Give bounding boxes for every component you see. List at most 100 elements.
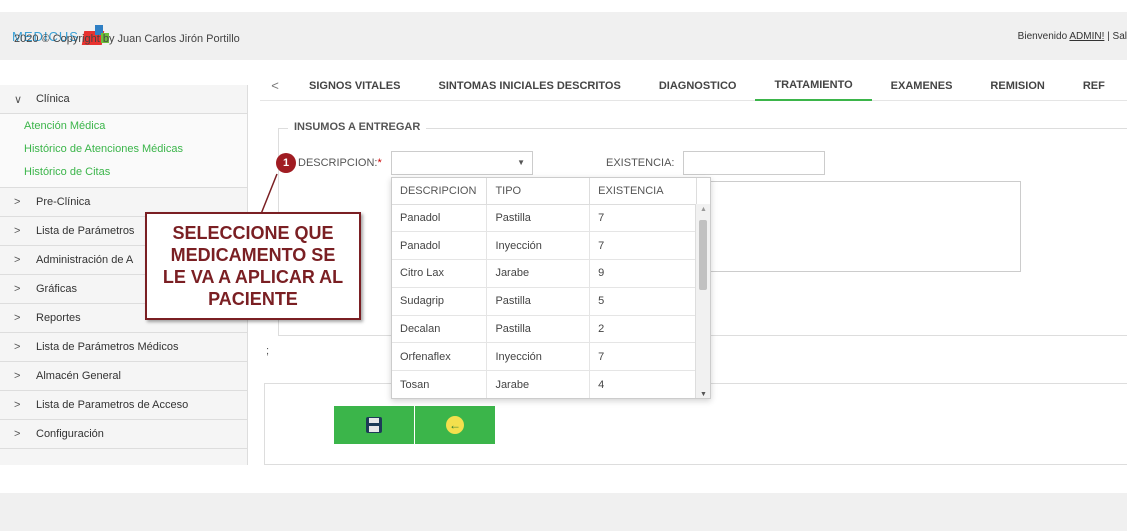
sidebar-item-label: Lista de Parámetros <box>36 225 135 237</box>
table-row[interactable]: Citro Lax Jarabe 9 <box>392 259 697 288</box>
medication-dropdown[interactable]: DESCRIPCION TIPO EXISTENCIA Panadol Past… <box>391 177 711 399</box>
chevron-right-icon: > <box>14 312 21 324</box>
cell-tipo: Jarabe <box>486 259 591 288</box>
cell-tipo: Pastilla <box>486 315 591 344</box>
callout-line: LE VA A APLICAR AL <box>162 267 344 287</box>
cell-descripcion: Decalan <box>392 315 488 344</box>
callout-line: MEDICAMENTO SE <box>170 245 336 265</box>
sidebar-item-parametros-medicos[interactable]: > Lista de Parámetros Médicos <box>0 333 247 362</box>
callout-text: SELECCIONE QUE MEDICAMENTO SE LE VA A AP… <box>163 222 343 310</box>
chevron-right-icon: > <box>14 399 21 411</box>
chevron-right-icon: > <box>14 341 21 353</box>
chevron-right-icon: > <box>14 283 21 295</box>
column-header: EXISTENCIA <box>589 178 697 205</box>
cell-descripcion: Panadol <box>392 231 488 261</box>
cell-tipo: Inyección <box>486 342 591 372</box>
sidebar-item-label: Gráficas <box>36 283 77 295</box>
sidebar-item-almacen-general[interactable]: > Almacén General <box>0 362 247 391</box>
medication-table: DESCRIPCION TIPO EXISTENCIA Panadol Past… <box>392 178 697 398</box>
scroll-up-icon[interactable]: ▲ <box>700 206 707 213</box>
tab-remision[interactable]: REMISION <box>971 71 1063 101</box>
cell-descripcion: Panadol <box>392 204 488 233</box>
scrollbar-thumb[interactable] <box>699 220 707 290</box>
cell-existencia: 5 <box>589 287 697 316</box>
cell-existencia: 9 <box>589 259 697 288</box>
cell-existencia: 7 <box>589 342 697 372</box>
sidebar-item-label: Lista de Parametros de Acceso <box>36 399 189 411</box>
sidebar-item-clinica[interactable]: ∨ Clínica <box>0 85 247 114</box>
sidebar-item-label: Lista de Parámetros Médicos <box>36 341 179 353</box>
caret-down-icon: ▼ <box>517 158 525 167</box>
column-header: TIPO <box>486 178 591 205</box>
cell-existencia: 4 <box>589 370 697 398</box>
cell-descripcion: Sudagrip <box>392 287 488 316</box>
column-header: DESCRIPCION <box>392 178 488 205</box>
arrow-left-circle-icon: ← <box>446 416 464 434</box>
sidebar-item-label: Clínica <box>36 93 70 105</box>
fieldset-legend: INSUMOS A ENTREGAR <box>288 121 427 133</box>
cell-tipo: Pastilla <box>486 287 591 316</box>
descripcion-select[interactable]: ▼ <box>391 151 533 175</box>
chevron-right-icon: > <box>14 225 21 237</box>
sidebar-item-parametros-acceso[interactable]: > Lista de Parametros de Acceso <box>0 391 247 420</box>
callout-line: PACIENTE <box>208 289 298 309</box>
sidebar-item-label: Administración de A <box>36 254 134 266</box>
cell-existencia: 7 <box>589 204 697 233</box>
sidebar-subitem-historico-atenciones[interactable]: Histórico de Atenciones Médicas <box>0 137 247 160</box>
table-row[interactable]: Orfenaflex Inyección 7 <box>392 342 697 372</box>
sidebar-subitem-atencion-medica[interactable]: Atención Médica <box>0 114 247 137</box>
tab-ref[interactable]: REF <box>1064 71 1124 101</box>
semicolon-text: ; <box>266 345 270 357</box>
chevron-right-icon: > <box>14 428 21 440</box>
sidebar-item-label: Reportes <box>36 312 81 324</box>
table-row[interactable]: Decalan Pastilla 2 <box>392 315 697 344</box>
existencia-input[interactable] <box>683 151 825 175</box>
sidebar-item-configuracion[interactable]: > Configuración <box>0 420 247 449</box>
footer <box>0 493 1127 531</box>
cell-descripcion: Orfenaflex <box>392 342 488 372</box>
tab-bar: < SIGNOS VITALES SINTOMAS INICIALES DESC… <box>260 71 1127 101</box>
welcome-prefix: Bienvenido <box>1017 31 1070 42</box>
instruction-callout: SELECCIONE QUE MEDICAMENTO SE LE VA A AP… <box>145 212 361 320</box>
sidebar-item-label: Almacén General <box>36 370 121 382</box>
cell-descripcion: Tosan <box>392 370 488 398</box>
back-button[interactable]: ← <box>415 406 495 444</box>
tab-signos-vitales[interactable]: SIGNOS VITALES <box>290 71 419 101</box>
table-header-row: DESCRIPCION TIPO EXISTENCIA <box>392 178 697 205</box>
scroll-down-icon[interactable]: ▼ <box>700 391 707 398</box>
welcome-text: Bienvenido ADMIN! | Sal <box>1018 31 1127 42</box>
cell-tipo: Jarabe <box>486 370 591 398</box>
sidebar-submenu-clinica: Atención Médica Histórico de Atenciones … <box>0 114 247 188</box>
required-mark: * <box>377 157 382 169</box>
chevron-down-icon: ∨ <box>14 93 23 106</box>
callout-line: SELECCIONE QUE <box>172 223 334 243</box>
sidebar-item-label: Configuración <box>36 428 104 440</box>
logout-link[interactable]: | Sal <box>1104 31 1127 42</box>
descripcion-label-text: DESCRIPCION: <box>298 157 378 169</box>
cell-tipo: Inyección <box>486 231 591 261</box>
chevron-right-icon: > <box>14 254 21 266</box>
chevron-right-icon: > <box>14 196 21 208</box>
table-row[interactable]: Panadol Inyección 7 <box>392 231 697 261</box>
tab-tratamiento[interactable]: TRATAMIENTO <box>755 71 872 101</box>
copyright-text: 2020 © Copyright by Juan Carlos Jirón Po… <box>14 33 240 45</box>
existencia-label: EXISTENCIA: <box>606 157 675 169</box>
user-link[interactable]: ADMIN! <box>1069 31 1104 42</box>
table-row[interactable]: Panadol Pastilla 7 <box>392 204 697 233</box>
tab-diagnostico[interactable]: DIAGNOSTICO <box>640 71 756 101</box>
tab-sintomas-iniciales[interactable]: SINTOMAS INICIALES DESCRITOS <box>419 71 639 101</box>
cell-descripcion: Citro Lax <box>392 259 488 288</box>
tab-examenes[interactable]: EXAMENES <box>872 71 972 101</box>
save-button[interactable] <box>334 406 414 444</box>
chevron-right-icon: > <box>14 370 21 382</box>
cell-existencia: 7 <box>589 231 697 261</box>
floppy-disk-icon <box>366 417 382 433</box>
cell-existencia: 2 <box>589 315 697 344</box>
dropdown-scrollbar[interactable]: ▲ ▼ <box>695 204 710 398</box>
table-row[interactable]: Sudagrip Pastilla 5 <box>392 287 697 316</box>
tab-scroll-left-icon[interactable]: < <box>260 78 290 93</box>
table-row[interactable]: Tosan Jarabe 4 <box>392 370 697 398</box>
callout-pointer <box>260 173 278 215</box>
cell-tipo: Pastilla <box>486 204 591 233</box>
sidebar-subitem-historico-citas[interactable]: Histórico de Citas <box>0 160 247 183</box>
